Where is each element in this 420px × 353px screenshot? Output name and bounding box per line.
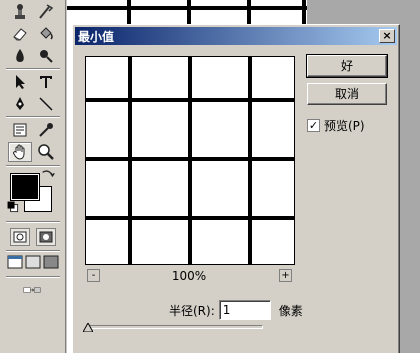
- screen-mode-full-icon[interactable]: [42, 254, 60, 270]
- dialog-titlebar[interactable]: 最小值 ×: [75, 27, 397, 45]
- jump-to-imageready-icon[interactable]: [10, 280, 54, 300]
- quickmask-mode-icon[interactable]: [36, 228, 56, 246]
- zoom-out-button[interactable]: -: [87, 269, 100, 282]
- blur-icon[interactable]: [8, 46, 32, 66]
- preview-label: 预览(P): [324, 119, 365, 133]
- minimum-filter-dialog: 最小值 × - 100% + 好 取消 ✓ 预览(P) 半径(R): 像素: [72, 24, 400, 353]
- paint-bucket-icon[interactable]: [34, 24, 58, 44]
- screen-mode-standard-icon[interactable]: [6, 254, 24, 270]
- default-colors-icon[interactable]: [6, 200, 20, 214]
- standard-mode-icon[interactable]: [10, 228, 30, 246]
- burn-icon[interactable]: [34, 46, 58, 66]
- radius-slider-track[interactable]: [87, 325, 263, 329]
- swap-colors-icon[interactable]: [40, 168, 56, 182]
- pen-icon[interactable]: [8, 94, 32, 114]
- radius-row: 半径(R): 像素: [169, 300, 303, 320]
- toolbox: [0, 0, 66, 353]
- history-brush-icon[interactable]: [34, 2, 58, 22]
- radius-slider-thumb[interactable]: [82, 321, 94, 333]
- zoom-icon[interactable]: [34, 142, 58, 162]
- radius-input[interactable]: [218, 300, 271, 320]
- type-icon[interactable]: [34, 72, 58, 92]
- path-select-icon[interactable]: [8, 72, 32, 92]
- zoom-in-button[interactable]: +: [279, 269, 292, 282]
- dialog-title: 最小值: [78, 29, 115, 44]
- foreground-color-swatch[interactable]: [10, 173, 40, 201]
- notes-icon[interactable]: [8, 120, 32, 140]
- screen-mode-full-menu-icon[interactable]: [24, 254, 42, 270]
- preview-checkbox-row[interactable]: ✓ 预览(P): [307, 117, 365, 134]
- hand-icon[interactable]: [8, 142, 32, 162]
- close-button[interactable]: ×: [379, 29, 395, 43]
- line-icon[interactable]: [34, 94, 58, 114]
- eraser-icon[interactable]: [8, 24, 32, 44]
- cancel-button[interactable]: 取消: [307, 83, 387, 105]
- preview-checkbox[interactable]: ✓: [307, 119, 320, 132]
- stamp-icon[interactable]: [8, 2, 32, 22]
- zoom-level: 100%: [171, 269, 207, 283]
- radius-label: 半径(R):: [169, 303, 215, 318]
- ok-button[interactable]: 好: [306, 54, 388, 78]
- radius-unit: 像素: [278, 303, 303, 318]
- eyedropper-icon[interactable]: [34, 120, 58, 140]
- filter-preview[interactable]: [85, 56, 295, 265]
